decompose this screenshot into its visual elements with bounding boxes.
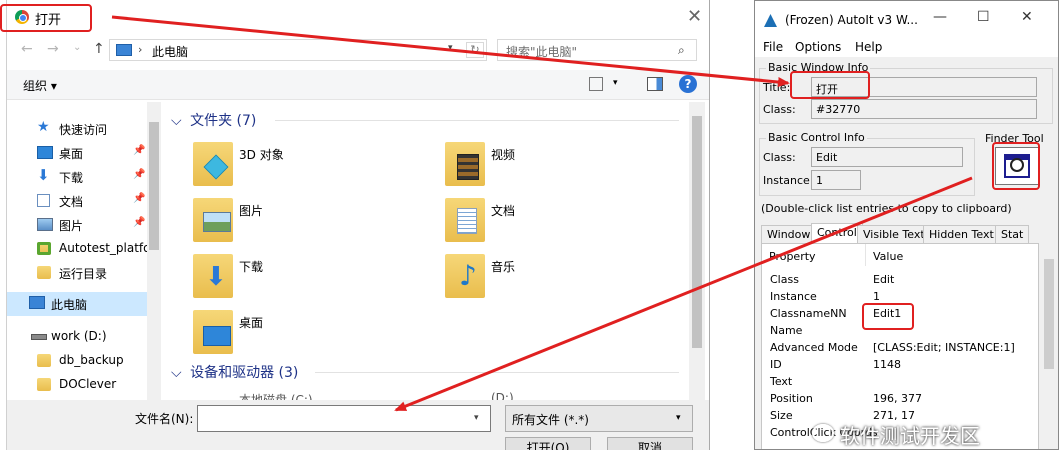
arrow-finder-to-filename xyxy=(394,176,973,412)
arrow-title-to-autoit xyxy=(111,15,790,88)
annotation-arrows xyxy=(111,15,973,412)
watermark: 软件测试开发区 xyxy=(840,424,980,448)
wechat-icon xyxy=(812,424,834,442)
